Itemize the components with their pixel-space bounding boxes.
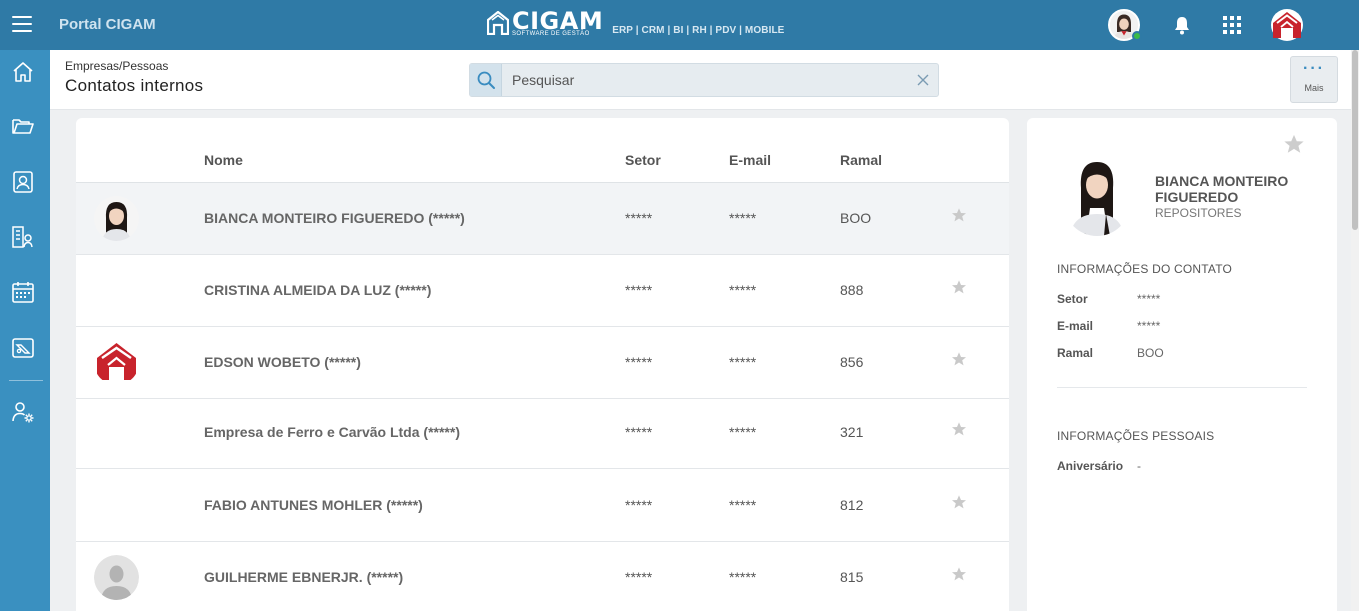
sidebar-divider [9,380,43,381]
contact-sector: ***** [625,210,653,226]
brand-name: CIGAM [512,7,604,35]
contact-extension: 856 [840,354,864,370]
bell-icon[interactable] [1173,15,1191,35]
search-button[interactable] [470,64,502,96]
favorite-star-icon[interactable] [951,566,967,582]
page-header: Empresas/Pessoas Contatos internos ··· M… [50,50,1359,110]
favorite-star-icon[interactable] [951,351,967,367]
portal-title[interactable]: Portal CIGAM [59,16,156,33]
contact-extension: 812 [840,497,864,513]
favorite-star-icon[interactable] [951,421,967,437]
brand-mark-icon [487,11,509,35]
apps-grid-icon[interactable] [1223,16,1241,34]
contact-name: GUILHERME EBNERJR. (*****) [204,569,404,585]
table-row[interactable]: BIANCA MONTEIRO FIGUEREDO (*****) ***** … [76,183,1009,255]
contact-sector: ***** [625,569,653,585]
contact-extension: 815 [840,569,864,585]
contact-name: CRISTINA ALMEIDA DA LUZ (*****) [204,282,432,298]
more-button-label: Mais [1304,83,1324,93]
contact-sector: ***** [625,424,653,440]
table-row[interactable]: CRISTINA ALMEIDA DA LUZ (*****) ***** **… [76,255,1009,327]
detail-divider [1057,387,1307,388]
default-user-silhouette-icon [94,555,139,600]
contact-avatar [94,340,139,385]
online-status-dot [1132,31,1142,41]
user-settings-icon[interactable] [11,400,35,424]
favorite-star-icon[interactable] [1283,133,1305,155]
menu-icon[interactable] [12,16,32,32]
table-row[interactable]: GUILHERME EBNERJR. (*****) ***** ***** 8… [76,542,1009,611]
column-header-name[interactable]: Nome [204,152,243,168]
sidebar [0,50,50,611]
contact-sector: ***** [625,282,653,298]
detail-label-extension: Ramal [1057,346,1094,360]
table-header: Nome Setor E-mail Ramal [76,118,1009,183]
contact-avatar [94,555,139,600]
page-title: Contatos internos [65,76,204,95]
column-header-email[interactable]: E-mail [729,152,771,168]
contact-email: ***** [729,497,757,513]
contact-photo [1064,158,1130,236]
clear-search-icon[interactable] [917,74,929,86]
company-logo-icon[interactable] [1271,9,1303,41]
org-chart-icon[interactable] [11,225,35,249]
top-bar: Portal CIGAM CIGAM SOFTWARE DE GESTÃO ER… [0,0,1359,50]
favorite-star-icon[interactable] [951,279,967,295]
contact-detail-panel: BIANCA MONTEIRO FIGUEREDO REPOSITORES IN… [1027,118,1337,611]
contact-name: FABIO ANTUNES MOHLER (*****) [204,497,423,513]
contact-sector: ***** [625,497,653,513]
contact-email: ***** [729,424,757,440]
contacts-table: Nome Setor E-mail Ramal BIANCA MONTEIRO … [76,118,1009,611]
woman-photo-image [1064,158,1130,236]
scrollbar-thumb[interactable] [1352,50,1358,230]
folder-icon[interactable] [11,114,35,138]
contact-info-section-title: INFORMAÇÕES DO CONTATO [1057,262,1233,276]
brand-logo: CIGAM SOFTWARE DE GESTÃO ERP | CRM | BI … [487,7,785,39]
favorite-star-icon[interactable] [951,494,967,510]
contact-sector: ***** [625,354,653,370]
company-logo-avatar-icon [94,340,139,385]
more-button[interactable]: ··· Mais [1290,56,1338,103]
detail-value-email: ***** [1137,319,1161,333]
contact-name: EDSON WOBETO (*****) [204,354,361,370]
more-dots-icon: ··· [1303,60,1325,77]
brand-tagline: SOFTWARE DE GESTÃO [512,31,590,37]
contact-avatar [94,196,139,241]
table-row[interactable]: EDSON WOBETO (*****) ***** ***** 856 [76,327,1009,399]
detail-value-birthday: - [1137,459,1141,473]
favorite-star-icon[interactable] [951,207,967,223]
detail-value-sector: ***** [1137,292,1161,306]
personal-info-section-title: INFORMAÇÕES PESSOAIS [1057,429,1215,443]
brand-modules: ERP | CRM | BI | RH | PDV | MOBILE [612,25,785,36]
contact-name: Empresa de Ferro e Carvão Ltda (*****) [204,424,460,440]
contact-extension: 321 [840,424,864,440]
breadcrumb[interactable]: Empresas/Pessoas [65,59,168,73]
detail-label-sector: Setor [1057,292,1088,306]
contact-name: BIANCA MONTEIRO FIGUEREDO (*****) [204,210,465,226]
detail-value-extension: BOO [1137,346,1164,360]
table-row[interactable]: FABIO ANTUNES MOHLER (*****) ***** *****… [76,470,1009,542]
contact-email: ***** [729,282,757,298]
detail-label-email: E-mail [1057,319,1094,333]
home-icon[interactable] [11,60,35,84]
search-icon [477,71,495,89]
page-scrollbar[interactable] [1351,50,1359,611]
woman-avatar-image [94,196,139,241]
detail-contact-name: BIANCA MONTEIRO FIGUEREDO [1155,173,1289,205]
contact-email: ***** [729,210,757,226]
contact-card-icon[interactable] [11,170,35,194]
contact-extension: BOO [840,210,872,226]
calendar-icon[interactable] [11,280,35,304]
table-row[interactable]: Empresa de Ferro e Carvão Ltda (*****) *… [76,397,1009,469]
detail-contact-role: REPOSITORES [1155,206,1242,220]
search-input[interactable] [512,71,892,89]
column-header-extension[interactable]: Ramal [840,152,882,168]
ticket-icon[interactable] [11,336,35,360]
contact-extension: 888 [840,282,864,298]
contact-email: ***** [729,569,757,585]
column-header-sector[interactable]: Setor [625,152,661,168]
contact-email: ***** [729,354,757,370]
detail-label-birthday: Aniversário [1057,459,1124,473]
search-box [469,63,939,97]
